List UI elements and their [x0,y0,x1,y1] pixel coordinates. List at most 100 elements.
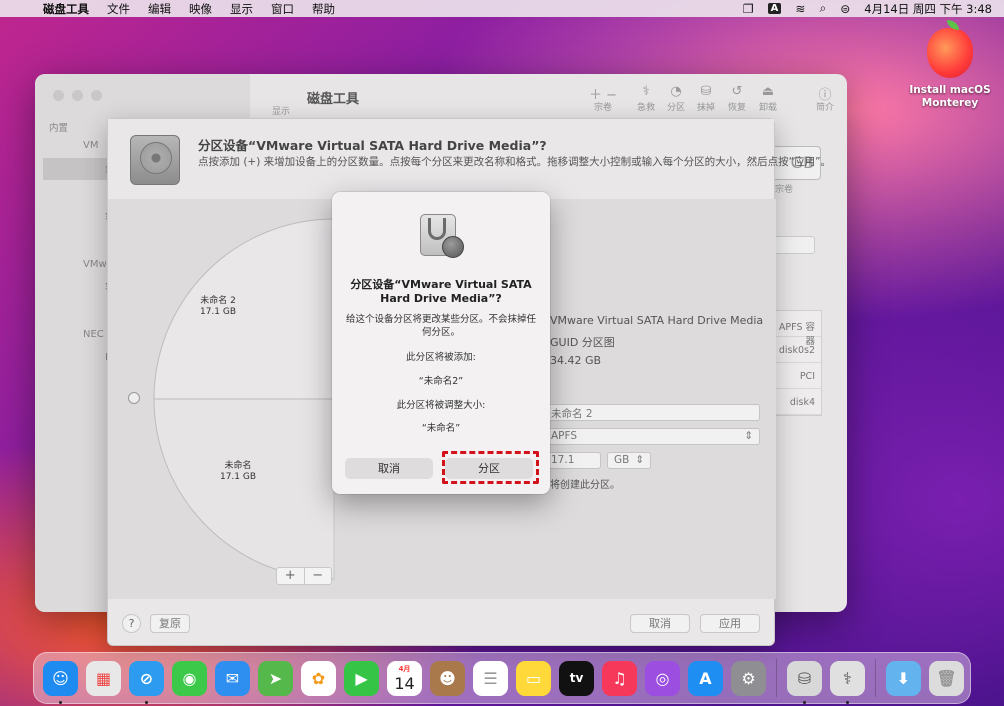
window-title: 磁盘工具 [307,92,360,107]
plus-minus-icon: ＋ − [588,88,618,103]
menu-image[interactable]: 映像 [180,1,221,17]
trash-icon[interactable]: 🗑 [929,660,964,696]
menu-help[interactable]: 帮助 [303,1,344,17]
sheet-cancel-button[interactable]: 取消 [630,614,690,633]
pie-resize-handle[interactable] [128,392,140,404]
info-container-device: disk4 [771,389,821,415]
window-controls [53,90,102,101]
help-button[interactable]: ? [122,614,141,633]
calendar-icon[interactable]: 4月 14 [387,660,422,696]
dialog-resize-label: 此分区将被调整大小: [396,400,486,411]
size-field[interactable]: 17.1 [544,452,601,469]
format-select[interactable]: APFS ⇕ [544,428,760,445]
menu-edit[interactable]: 编辑 [139,1,180,17]
input-source-icon[interactable]: A [767,3,782,14]
info-table: APFS 容器 disk0s2 PCI disk4 [770,310,822,416]
sheet-header: 分区设备“VMware Virtual SATA Hard Drive Medi… [108,119,831,199]
dialog-resize-item: “未命名” [421,423,461,434]
scheme-text: GUID 分区图 [550,336,615,349]
capacity-sub-label: 宗卷 [775,185,794,195]
sidebar-section-internal: 内置 [49,123,69,134]
dialog-title: 分区设备“VMware Virtual SATA Hard Drive Medi… [350,278,532,305]
capacity-text: 34.42 GB [550,354,602,367]
info-connection: PCI [771,363,821,389]
info-button[interactable]: ⓘ 简介 [809,84,841,113]
launchpad-icon[interactable]: ▦ [86,660,121,696]
dialog-add-item: “未命名2” [418,376,464,387]
menubar-clock[interactable]: 4月14日 周四 下午 3:48 [864,1,992,17]
pie-label-unnamed: 未命名 17.1 GB [219,461,257,482]
photos-icon[interactable]: ✿ [301,660,336,696]
music-icon[interactable]: ♫ [602,660,637,696]
zoom-button[interactable] [91,90,102,101]
disk-utility-app-icon [418,212,464,258]
tv-icon[interactable]: tv [559,660,594,696]
restore-button[interactable]: ↺ 恢复 [721,84,753,113]
contacts-icon[interactable]: ☻ [430,660,465,696]
restore-icon: ↺ [731,84,743,99]
revert-button[interactable]: 复原 [150,614,190,633]
first-aid-icon: ⚕ [642,84,650,99]
volume-button[interactable]: ＋ − 宗卷 [587,84,619,113]
sheet-title: 分区设备“VMware Virtual SATA Hard Drive Medi… [198,138,547,153]
partition-confirm-dialog: 分区设备“VMware Virtual SATA Hard Drive Medi… [332,192,550,494]
remove-partition-button[interactable]: − [305,568,332,584]
dialog-cancel-button[interactable]: 取消 [345,458,433,479]
finder-icon[interactable]: ☺ [43,660,78,704]
sheet-description: 点按添加 (+) 来增加设备上的分区数量。点按每个分区来更改名称和格式。拖移调整… [198,156,832,168]
chevron-updown-icon: ⇕ [744,430,753,442]
dialog-message: 给这个设备分区将更改某些分区。不会抹掉任何分区。 [346,314,537,338]
unmount-button[interactable]: ⏏ 卸载 [752,84,784,113]
info-icon: ⓘ [818,88,832,103]
control-center-icon[interactable]: ⊜ [840,2,850,16]
minimize-button[interactable] [72,90,83,101]
desktop-icon-label-line1: Install macOS [909,84,991,96]
partition-name-field[interactable]: 未命名 2 [544,404,760,421]
install-macos-desktop-icon[interactable]: Install macOS Monterey [908,20,992,110]
pie-slice-unnamed [153,398,335,580]
info-type: APFS 容器 [771,311,821,347]
maps-icon[interactable]: ➤ [258,660,293,696]
highlight-annotation [442,451,539,484]
disk-utility-icon[interactable]: ⛁ [787,660,822,704]
erase-button[interactable]: ⛁ 抹掉 [690,84,722,113]
system-preferences-icon[interactable]: ⚙ [731,660,766,696]
device-name-text: VMware Virtual SATA Hard Drive Media [550,314,764,327]
menu-file[interactable]: 文件 [98,1,139,17]
partition-note: 将创建此分区。 [550,480,620,491]
dock-separator [875,659,876,697]
mail-icon[interactable]: ✉ [215,660,250,696]
reminders-icon[interactable]: ☰ [473,660,508,696]
facetime-icon[interactable]: ▶ [344,660,379,696]
close-button[interactable] [53,90,64,101]
dock: ☺ ▦ ⊘ ◉ ✉ ➤ ✿ ▶ 4月 14 ☻ ☰ ▭ tv ♫ ◎ A ⚙ ⛁… [33,652,971,704]
erase-icon: ⛁ [700,84,712,99]
menu-bar: 磁盘工具 文件 编辑 映像 显示 窗口 帮助 ❐ A ≋ ⌕ ⊜ 4月14日 周… [0,0,1004,17]
app-store-icon[interactable]: A [688,660,723,696]
safari-icon[interactable]: ⊘ [129,660,164,704]
chevron-updown-icon: ⇕ [635,454,644,466]
sheet-apply-button[interactable]: 应用 [700,614,760,633]
desktop-icon-label-line2: Monterey [921,97,979,109]
menu-view[interactable]: 显示 [221,1,262,17]
partition-button[interactable]: ◔ 分区 [660,84,692,113]
screen-mirroring-icon[interactable]: ❐ [743,2,754,16]
podcasts-icon[interactable]: ◎ [645,660,680,696]
notes-icon[interactable]: ▭ [516,660,551,696]
messages-icon[interactable]: ◉ [172,660,207,696]
add-remove-partition: + − [276,567,332,585]
pie-label-unnamed-2: 未命名 2 17.1 GB [199,296,237,317]
first-aid-button[interactable]: ⚕ 急救 [630,84,662,113]
spotlight-search-icon[interactable]: ⌕ [819,1,826,16]
wifi-icon[interactable]: ≋ [795,2,805,16]
disk-utility-active-icon[interactable]: ⚕ [830,660,865,704]
app-menu[interactable]: 磁盘工具 [34,1,98,17]
downloads-folder-icon[interactable]: ⬇ [886,660,921,696]
view-menu-label[interactable]: 显示 [272,104,290,117]
dock-separator [776,659,777,697]
hard-drive-icon [130,135,180,185]
size-unit-select[interactable]: GB ⇕ [607,452,651,469]
add-partition-button[interactable]: + [277,568,305,584]
partition-icon: ◔ [670,84,682,99]
menu-window[interactable]: 窗口 [262,1,303,17]
